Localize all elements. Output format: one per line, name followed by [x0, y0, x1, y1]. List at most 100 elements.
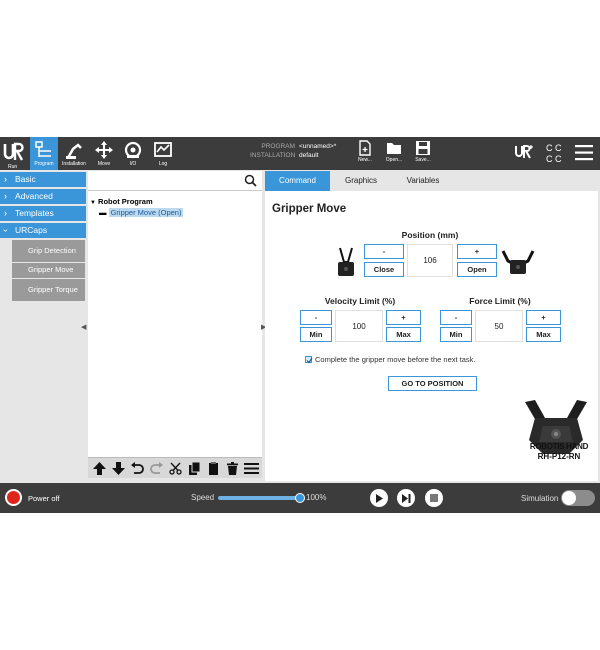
collapse-left-icon[interactable]: ◀: [81, 323, 86, 331]
tab-variables[interactable]: Variables: [392, 171, 454, 191]
tree-root[interactable]: ▼ Robot Program: [90, 197, 153, 206]
program-name: <unnamed>*: [299, 143, 337, 150]
urcap-gripper-torque[interactable]: Gripper Torque: [12, 279, 85, 301]
velocity-value[interactable]: 100: [335, 310, 383, 342]
go-to-position-button[interactable]: GO TO POSITION: [388, 376, 477, 391]
cut-button[interactable]: [166, 459, 185, 478]
force-value[interactable]: 50: [475, 310, 523, 342]
open-button[interactable]: Open...: [382, 140, 406, 168]
suppress-icon: [244, 462, 259, 474]
nav-installation[interactable]: Installation: [60, 137, 88, 170]
menu-button[interactable]: [575, 145, 593, 166]
position-plus-label: +: [474, 247, 480, 256]
tab-variables-label: Variables: [406, 176, 440, 185]
force-min-button[interactable]: Min: [440, 327, 472, 342]
nav-log[interactable]: Log: [149, 137, 177, 170]
position-minus-button[interactable]: -: [364, 244, 404, 259]
simulation-toggle[interactable]: [561, 490, 595, 506]
position-minus-label: -: [382, 247, 386, 256]
category-templates[interactable]: › Templates: [0, 206, 86, 221]
category-basic[interactable]: › Basic: [0, 172, 86, 187]
move-up-button[interactable]: [90, 459, 109, 478]
nav-move-label: Move: [97, 161, 111, 167]
control-mode-button[interactable]: C CC C: [545, 142, 563, 169]
control-mode-icon: C CC C: [546, 143, 562, 164]
force-plus-button[interactable]: +: [526, 310, 561, 325]
position-open-button[interactable]: Open: [457, 262, 497, 277]
nav-program-label: Program: [34, 161, 54, 167]
redo-button[interactable]: [147, 459, 166, 478]
category-advanced[interactable]: › Advanced: [0, 189, 86, 204]
new-button[interactable]: New...: [353, 140, 377, 168]
position-close-button[interactable]: Close: [364, 262, 404, 277]
velocity-max-button[interactable]: Max: [386, 327, 421, 342]
save-button-label: Save...: [415, 157, 431, 163]
step-icon: [401, 493, 410, 503]
tab-command[interactable]: Command: [265, 171, 330, 191]
force-max-button[interactable]: Max: [526, 327, 561, 342]
delete-button[interactable]: [223, 459, 242, 478]
position-plus-button[interactable]: +: [457, 244, 497, 259]
urcap-gripper-torque-label: Gripper Torque: [28, 284, 78, 294]
velocity-plus-label: +: [401, 313, 406, 322]
nav-log-label: Log: [158, 161, 168, 167]
program-nodes-sidebar: › Basic › Advanced › Templates › URCaps Grip…: [0, 170, 86, 483]
gripper-open-icon: [501, 250, 535, 274]
urcap-gripper-move[interactable]: Gripper Move: [12, 263, 85, 278]
urcap-gripper-move-label: Gripper Move: [28, 265, 74, 275]
urcap-grip-detection[interactable]: Grip Detection: [12, 240, 85, 262]
nav-move[interactable]: Move: [90, 137, 118, 170]
polyscope-window: Run Program Installation Move I/O Log PR…: [0, 137, 600, 513]
paste-button[interactable]: [204, 459, 223, 478]
search-icon[interactable]: [244, 174, 257, 187]
chevron-right-icon: ›: [4, 208, 7, 218]
velocity-min-button[interactable]: Min: [300, 327, 332, 342]
move-down-button[interactable]: [109, 459, 128, 478]
category-urcaps[interactable]: › URCaps: [0, 223, 86, 238]
category-advanced-label: Advanced: [15, 191, 53, 201]
urcap-grip-detection-label: Grip Detection: [28, 245, 76, 255]
position-value[interactable]: 106: [407, 244, 453, 277]
play-button[interactable]: [370, 489, 388, 507]
force-value-text: 50: [494, 321, 504, 331]
ur-plus-button[interactable]: [514, 143, 534, 166]
svg-text:C C: C C: [546, 154, 562, 164]
move-icon: [95, 141, 113, 159]
speed-slider-track[interactable]: [218, 496, 300, 500]
stop-icon: [430, 494, 438, 502]
complete-move-checkbox[interactable]: [305, 356, 313, 364]
nav-io[interactable]: I/O: [119, 137, 147, 170]
velocity-minus-button[interactable]: -: [300, 310, 332, 325]
velocity-minus-label: -: [314, 313, 318, 322]
brand-model: RH-P12-RN: [537, 452, 581, 461]
installation-label: INSTALLATION: [250, 152, 296, 159]
nav-installation-label: Installation: [62, 161, 86, 167]
chevron-right-icon: ›: [4, 174, 7, 184]
power-label: Power off: [28, 494, 60, 503]
tab-graphics[interactable]: Graphics: [330, 171, 392, 191]
force-minus-button[interactable]: -: [440, 310, 472, 325]
velocity-plus-button[interactable]: +: [386, 310, 421, 325]
undo-button[interactable]: [128, 459, 147, 478]
save-button[interactable]: Save...: [411, 140, 435, 168]
suppress-button[interactable]: [242, 459, 261, 478]
speed-slider-handle[interactable]: [295, 493, 305, 503]
redo-icon: [150, 461, 163, 474]
force-max-label: Max: [536, 330, 551, 339]
program-installation-labels: PROGRAM INSTALLATION: [250, 142, 295, 160]
tree-search-bar[interactable]: [88, 171, 262, 191]
nav-program[interactable]: Program: [30, 137, 58, 170]
force-title: Force Limit (%): [469, 296, 531, 306]
new-file-icon: [359, 140, 371, 156]
copy-button[interactable]: [185, 459, 204, 478]
power-button[interactable]: [5, 489, 22, 506]
stop-button[interactable]: [425, 489, 443, 507]
force-minus-label: -: [454, 313, 458, 322]
velocity-value-text: 100: [352, 321, 366, 331]
play-icon: [376, 493, 383, 503]
ur-logo: Run: [2, 141, 24, 170]
step-button[interactable]: [397, 489, 415, 507]
simulation-label: Simulation: [521, 494, 559, 503]
tree-node-label: Gripper Move (Open): [108, 208, 184, 217]
tree-node-gripper-move[interactable]: ▬ Gripper Move (Open): [99, 208, 184, 217]
